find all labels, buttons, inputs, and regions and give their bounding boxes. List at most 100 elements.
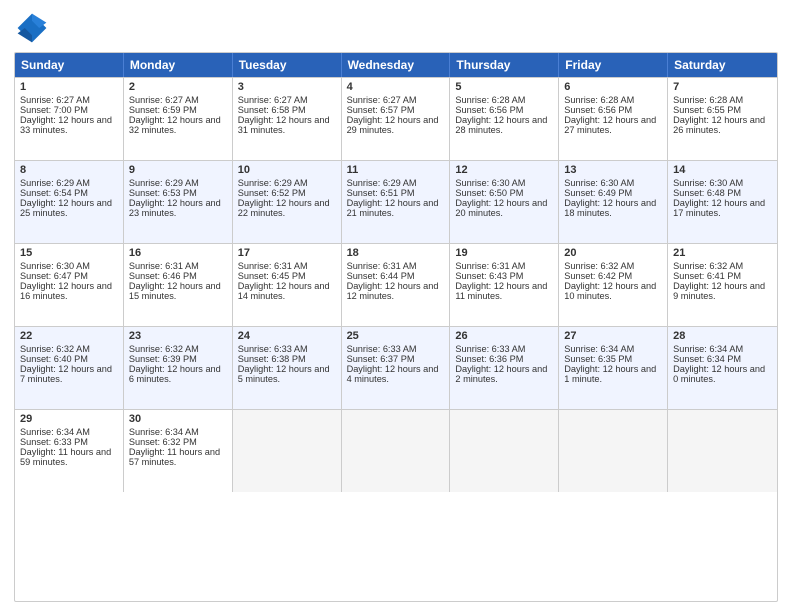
sunrise-text: Sunrise: 6:33 AM — [455, 344, 525, 354]
sunset-text: Sunset: 6:50 PM — [455, 188, 523, 198]
daylight-text: Daylight: 12 hours and 4 minutes. — [347, 364, 439, 384]
day-number: 7 — [673, 81, 772, 93]
calendar-body: 1Sunrise: 6:27 AMSunset: 7:00 PMDaylight… — [15, 77, 777, 492]
daylight-text: Daylight: 12 hours and 20 minutes. — [455, 198, 547, 218]
sunrise-text: Sunrise: 6:27 AM — [20, 95, 90, 105]
calendar-cell: 28Sunrise: 6:34 AMSunset: 6:34 PMDayligh… — [668, 327, 777, 409]
daylight-text: Daylight: 12 hours and 16 minutes. — [20, 281, 112, 301]
daylight-text: Daylight: 12 hours and 5 minutes. — [238, 364, 330, 384]
day-number: 28 — [673, 330, 772, 342]
sunrise-text: Sunrise: 6:32 AM — [673, 261, 743, 271]
calendar-cell: 26 Sunrise: 6:33 AMSunset: 6:36 PMDayligh… — [450, 327, 559, 409]
sunrise-text: Sunrise: 6:27 AM — [238, 95, 308, 105]
daylight-text: Daylight: 12 hours and 2 minutes. — [455, 364, 547, 384]
calendar-cell: 9Sunrise: 6:29 AMSunset: 6:53 PMDaylight… — [124, 161, 233, 243]
calendar-cell: 16Sunrise: 6:31 AMSunset: 6:46 PMDayligh… — [124, 244, 233, 326]
sunrise-text: Sunrise: 6:31 AM — [129, 261, 199, 271]
day-number: 17 — [238, 247, 336, 259]
calendar-cell: 1Sunrise: 6:27 AMSunset: 7:00 PMDaylight… — [15, 78, 124, 160]
day-number: 15 — [20, 247, 118, 259]
sunrise-text: Sunrise: 6:34 AM — [20, 427, 90, 437]
calendar-cell: 21Sunrise: 6:32 AMSunset: 6:41 PMDayligh… — [668, 244, 777, 326]
sunrise-text: Sunrise: 6:33 AM — [347, 344, 417, 354]
calendar-cell: 20Sunrise: 6:32 AMSunset: 6:42 PMDayligh… — [559, 244, 668, 326]
sunset-text: Sunset: 6:37 PM — [347, 354, 415, 364]
sunset-text: Sunset: 6:40 PM — [20, 354, 88, 364]
daylight-text: Daylight: 12 hours and 23 minutes. — [129, 198, 221, 218]
daylight-text: Daylight: 11 hours and 57 minutes. — [129, 447, 220, 467]
sunrise-text: Sunrise: 6:27 AM — [129, 95, 199, 105]
sunset-text: Sunset: 6:41 PM — [673, 271, 741, 281]
calendar-cell: 30Sunrise: 6:34 AMSunset: 6:32 PMDayligh… — [124, 410, 233, 492]
calendar-cell: 6Sunrise: 6:28 AMSunset: 6:56 PMDaylight… — [559, 78, 668, 160]
calendar-cell: 13Sunrise: 6:30 AMSunset: 6:49 PMDayligh… — [559, 161, 668, 243]
daylight-text: Daylight: 12 hours and 9 minutes. — [673, 281, 765, 301]
calendar-cell: 11Sunrise: 6:29 AMSunset: 6:51 PMDayligh… — [342, 161, 451, 243]
sunset-text: Sunset: 6:36 PM — [455, 354, 523, 364]
sunset-text: Sunset: 6:47 PM — [20, 271, 88, 281]
sunset-text: Sunset: 6:49 PM — [564, 188, 632, 198]
sunrise-text: Sunrise: 6:27 AM — [347, 95, 417, 105]
sunrise-text: Sunrise: 6:32 AM — [20, 344, 90, 354]
daylight-text: Daylight: 12 hours and 17 minutes. — [673, 198, 765, 218]
calendar-cell: 18Sunrise: 6:31 AMSunset: 6:44 PMDayligh… — [342, 244, 451, 326]
logo-icon — [14, 10, 50, 46]
daylight-text: Daylight: 12 hours and 25 minutes. — [20, 198, 112, 218]
sunset-text: Sunset: 6:55 PM — [673, 105, 741, 115]
calendar-cell — [559, 410, 668, 492]
daylight-text: Daylight: 12 hours and 29 minutes. — [347, 115, 439, 135]
daylight-text: Daylight: 12 hours and 12 minutes. — [347, 281, 439, 301]
calendar-cell — [450, 410, 559, 492]
sunrise-text: Sunrise: 6:30 AM — [564, 178, 634, 188]
daylight-text: Daylight: 12 hours and 15 minutes. — [129, 281, 221, 301]
calendar-row: 1Sunrise: 6:27 AMSunset: 7:00 PMDaylight… — [15, 77, 777, 160]
page: SundayMondayTuesdayWednesdayThursdayFrid… — [0, 0, 792, 612]
calendar-cell: 19Sunrise: 6:31 AMSunset: 6:43 PMDayligh… — [450, 244, 559, 326]
daylight-text: Daylight: 12 hours and 21 minutes. — [347, 198, 439, 218]
sunset-text: Sunset: 6:39 PM — [129, 354, 197, 364]
sunset-text: Sunset: 6:51 PM — [347, 188, 415, 198]
sunrise-text: Sunrise: 6:32 AM — [129, 344, 199, 354]
sunrise-text: Sunrise: 6:28 AM — [673, 95, 743, 105]
header — [14, 10, 778, 46]
day-number: 25 — [347, 330, 445, 342]
sunrise-text: Sunrise: 6:31 AM — [455, 261, 525, 271]
sunset-text: Sunset: 6:34 PM — [673, 354, 741, 364]
day-number: 6 — [564, 81, 662, 93]
day-number: 1 — [20, 81, 118, 93]
day-number: 4 — [347, 81, 445, 93]
day-number: 5 — [455, 81, 553, 93]
day-number: 18 — [347, 247, 445, 259]
day-number: 24 — [238, 330, 336, 342]
calendar-cell — [668, 410, 777, 492]
calendar-cell: 10Sunrise: 6:29 AMSunset: 6:52 PMDayligh… — [233, 161, 342, 243]
calendar-cell: 22Sunrise: 6:32 AMSunset: 6:40 PMDayligh… — [15, 327, 124, 409]
sunset-text: Sunset: 6:43 PM — [455, 271, 523, 281]
daylight-text: Daylight: 12 hours and 26 minutes. — [673, 115, 765, 135]
day-number: 2 — [129, 81, 227, 93]
sunrise-text: Sunrise: 6:34 AM — [129, 427, 199, 437]
day-number: 10 — [238, 164, 336, 176]
calendar-row: 15Sunrise: 6:30 AMSunset: 6:47 PMDayligh… — [15, 243, 777, 326]
sunrise-text: Sunrise: 6:34 AM — [564, 344, 634, 354]
calendar-cell: 5Sunrise: 6:28 AMSunset: 6:56 PMDaylight… — [450, 78, 559, 160]
calendar-cell: 14Sunrise: 6:30 AMSunset: 6:48 PMDayligh… — [668, 161, 777, 243]
calendar-row: 22Sunrise: 6:32 AMSunset: 6:40 PMDayligh… — [15, 326, 777, 409]
daylight-text: Daylight: 12 hours and 1 minute. — [564, 364, 656, 384]
day-number: 12 — [455, 164, 553, 176]
calendar-cell: 24Sunrise: 6:33 AMSunset: 6:38 PMDayligh… — [233, 327, 342, 409]
daylight-text: Daylight: 12 hours and 7 minutes. — [20, 364, 112, 384]
day-number: 26 — [455, 330, 553, 342]
day-number: 23 — [129, 330, 227, 342]
weekday-header: Sunday — [15, 53, 124, 77]
day-number: 13 — [564, 164, 662, 176]
day-number: 20 — [564, 247, 662, 259]
weekday-header: Tuesday — [233, 53, 342, 77]
sunrise-text: Sunrise: 6:31 AM — [238, 261, 308, 271]
sunrise-text: Sunrise: 6:30 AM — [20, 261, 90, 271]
daylight-text: Daylight: 12 hours and 27 minutes. — [564, 115, 656, 135]
weekday-header: Saturday — [668, 53, 777, 77]
sunset-text: Sunset: 6:42 PM — [564, 271, 632, 281]
sunset-text: Sunset: 6:48 PM — [673, 188, 741, 198]
sunset-text: Sunset: 6:58 PM — [238, 105, 306, 115]
